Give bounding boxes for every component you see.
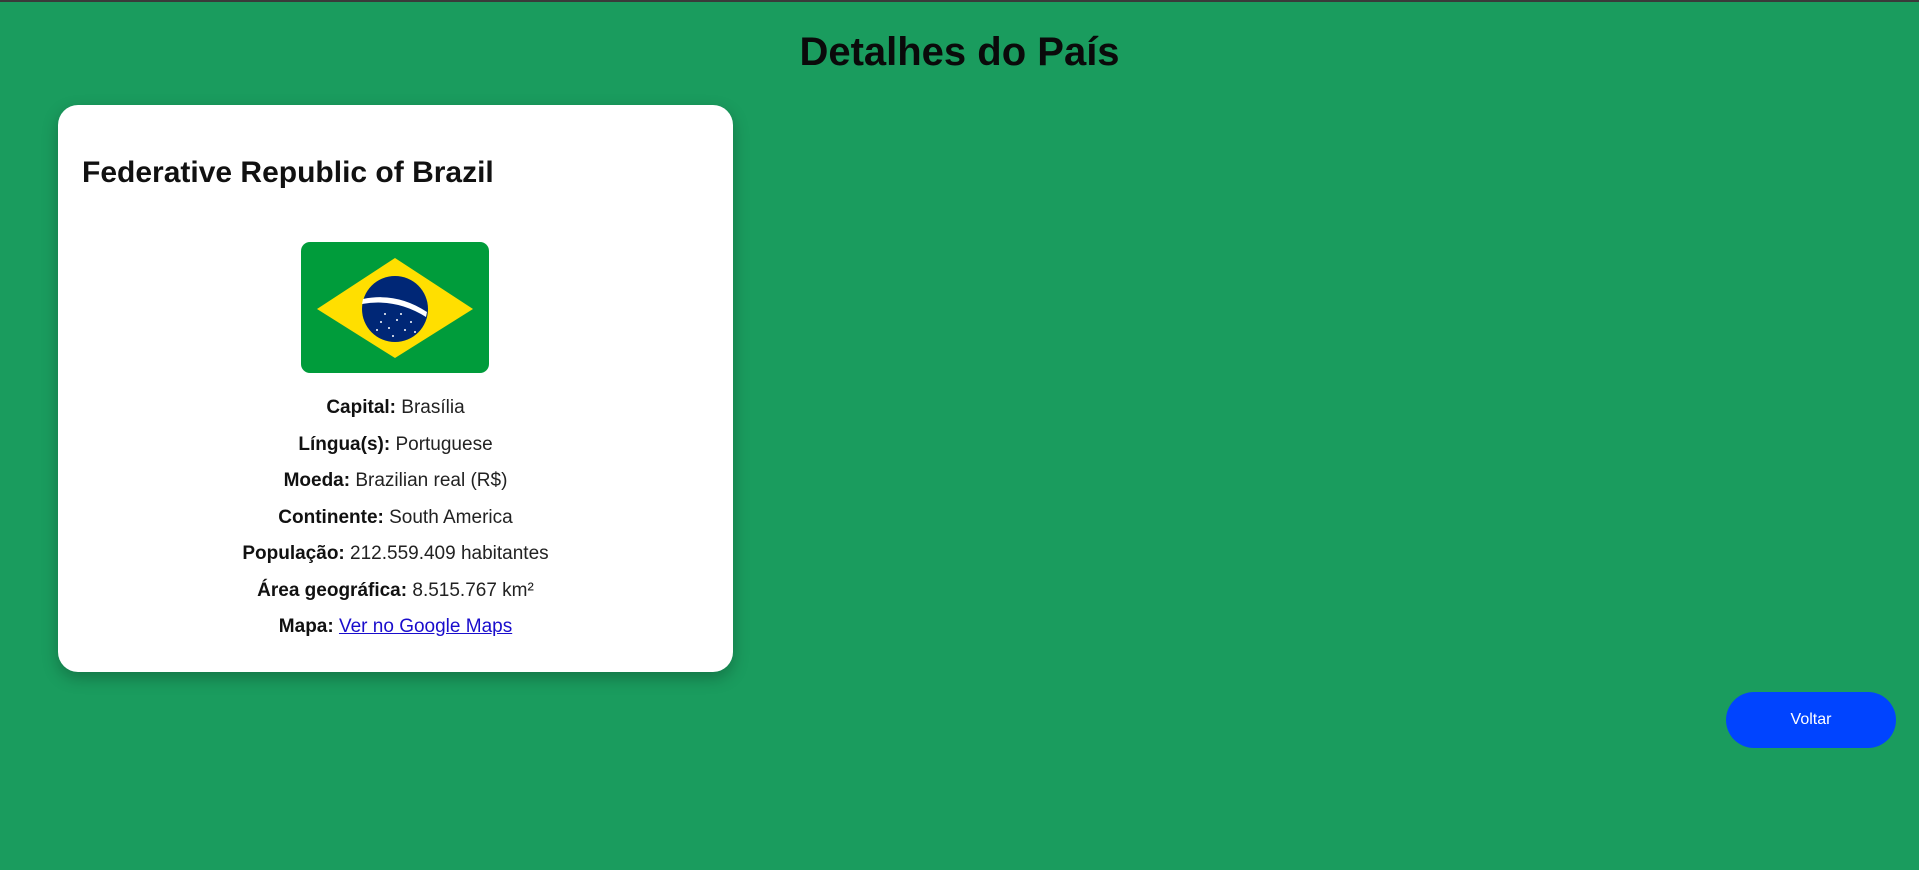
country-details: Capital: Brasília Língua(s): Portuguese … <box>58 390 733 646</box>
google-maps-link[interactable]: Ver no Google Maps <box>339 616 512 637</box>
back-button[interactable]: Voltar <box>1726 692 1896 748</box>
detail-value: Brazilian real (R$) <box>355 470 508 491</box>
detail-languages: Língua(s): Portuguese <box>58 427 733 464</box>
country-official-name: Federative Republic of Brazil <box>82 156 494 189</box>
detail-map: Mapa: Ver no Google Maps <box>58 609 733 646</box>
page-title: Detalhes do País <box>799 30 1120 74</box>
detail-value: Portuguese <box>395 433 493 455</box>
detail-label: Língua(s): <box>298 433 391 455</box>
detail-area: Área geográfica: 8.515.767 km² <box>58 573 733 610</box>
detail-label: População: <box>242 543 345 564</box>
detail-value: 8.515.767 km² <box>412 579 534 601</box>
detail-population: População: 212.559.409 habitantes <box>58 536 733 573</box>
detail-continent: Continente: South America <box>58 500 733 537</box>
detail-value: South America <box>389 506 513 528</box>
detail-value: 212.559.409 habitantes <box>350 543 549 564</box>
detail-label: Capital: <box>326 397 397 418</box>
brazil-flag-icon <box>301 242 489 373</box>
detail-currency: Moeda: Brazilian real (R$) <box>58 463 733 500</box>
country-card: Federative Republic of Brazil Capital: B… <box>58 105 733 672</box>
detail-label: Continente: <box>278 506 384 528</box>
detail-value: Brasília <box>401 397 465 418</box>
detail-capital: Capital: Brasília <box>58 390 733 427</box>
detail-label: Moeda: <box>283 470 351 491</box>
detail-label: Área geográfica: <box>257 579 408 601</box>
detail-label: Mapa: <box>278 616 334 637</box>
